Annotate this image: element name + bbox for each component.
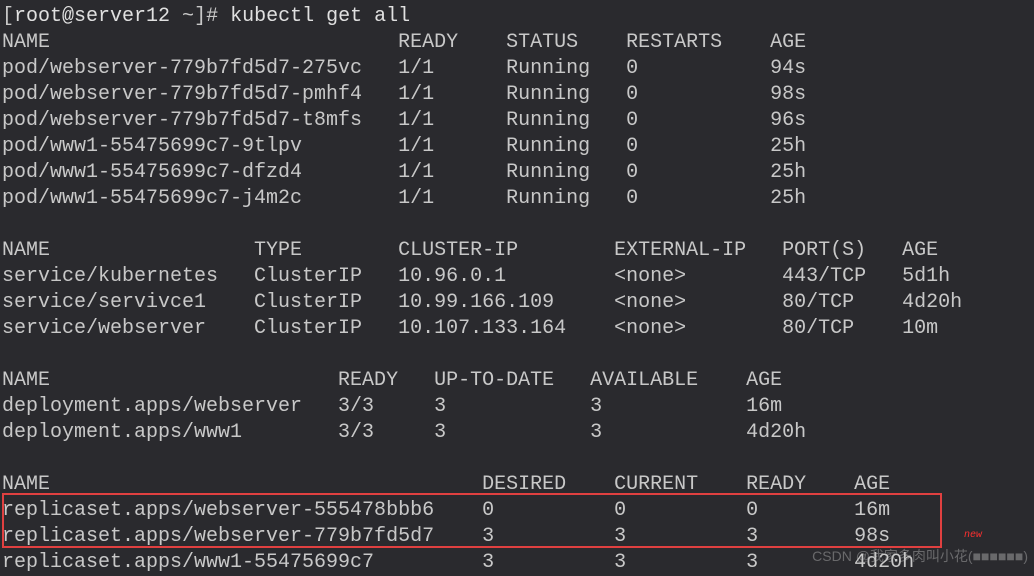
pod-row: pod/webserver-779b7fd5d7-pmhf4 1/1 Runni… [2, 82, 1032, 108]
deployment-row: deployment.apps/www1 3/3 3 3 4d20h [2, 420, 1032, 446]
services-table: NAME TYPE CLUSTER-IP EXTERNAL-IP PORT(S)… [2, 238, 1032, 342]
deployment-row: deployment.apps/webserver 3/3 3 3 16m [2, 394, 1032, 420]
pod-row: pod/webserver-779b7fd5d7-275vc 1/1 Runni… [2, 56, 1032, 82]
command-text[interactable]: kubectl get all [218, 5, 410, 28]
prompt-line: [root@server12 ~]# kubectl get all [2, 4, 1032, 30]
pod-row: pod/www1-55475699c7-dfzd4 1/1 Running 0 … [2, 160, 1032, 186]
watermark: CSDN @我家多肉叫小花(■■■■■■) [812, 547, 1028, 565]
deployments-table: NAME READY UP-TO-DATE AVAILABLE AGE depl… [2, 368, 1032, 446]
blank-line [2, 342, 1032, 368]
new-badge: new [964, 529, 982, 542]
prompt-close: ]# [194, 5, 218, 28]
pod-row: pod/webserver-779b7fd5d7-t8mfs 1/1 Runni… [2, 108, 1032, 134]
service-row: service/webserver ClusterIP 10.107.133.1… [2, 316, 1032, 342]
service-row: service/kubernetes ClusterIP 10.96.0.1 <… [2, 264, 1032, 290]
replicaset-header: NAME DESIRED CURRENT READY AGE [2, 472, 1032, 498]
prompt-path: ~ [170, 5, 194, 28]
pod-row: pod/www1-55475699c7-j4m2c 1/1 Running 0 … [2, 186, 1032, 212]
prompt-open: [ [2, 5, 14, 28]
prompt-userhost: root@server12 [14, 5, 170, 28]
blank-line [2, 446, 1032, 472]
deployment-header: NAME READY UP-TO-DATE AVAILABLE AGE [2, 368, 1032, 394]
pods-table: NAME READY STATUS RESTARTS AGE pod/webse… [2, 30, 1032, 212]
service-header: NAME TYPE CLUSTER-IP EXTERNAL-IP PORT(S)… [2, 238, 1032, 264]
service-row: service/servivce1 ClusterIP 10.99.166.10… [2, 290, 1032, 316]
blank-line [2, 212, 1032, 238]
replicaset-row: replicaset.apps/webserver-555478bbb6 0 0… [2, 498, 1032, 524]
pod-header: NAME READY STATUS RESTARTS AGE [2, 30, 1032, 56]
pod-row: pod/www1-55475699c7-9tlpv 1/1 Running 0 … [2, 134, 1032, 160]
